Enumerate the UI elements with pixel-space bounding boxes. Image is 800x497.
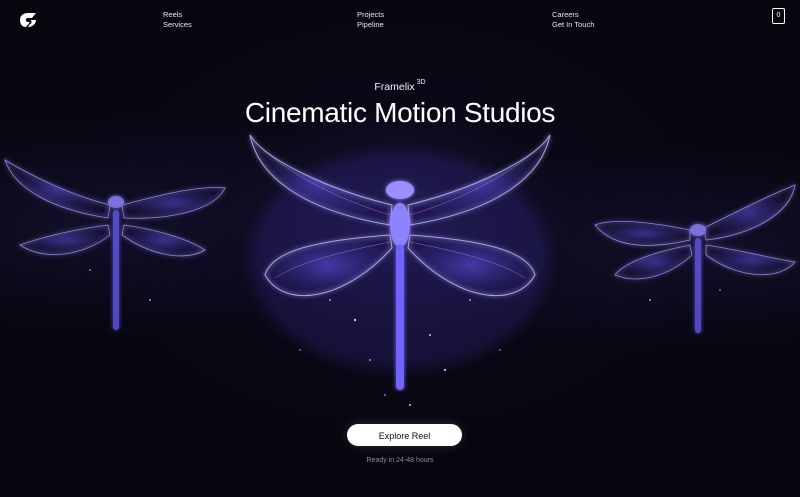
nav-link-pipeline[interactable]: Pipeline (357, 20, 384, 30)
nav-group-3: Careers Get In Touch (552, 10, 594, 30)
dragonfly-center (249, 134, 551, 390)
logo-icon[interactable] (16, 11, 40, 29)
nav-group-2: Projects Pipeline (357, 10, 384, 30)
nav-link-projects[interactable]: Projects (357, 10, 384, 20)
brand-label: Framelix (374, 81, 415, 93)
dragonfly-right (594, 184, 796, 333)
nav-link-careers[interactable]: Careers (552, 10, 594, 20)
delivery-note: Ready in 24-48 hours (366, 457, 434, 464)
explore-reel-button[interactable]: Explore Reel (347, 424, 462, 446)
page-title: Cinematic Motion Studios (244, 97, 556, 128)
brand-superscript: 3D (416, 79, 426, 86)
brand-name: Framelix 3D (0, 79, 800, 93)
cart-count: 0 (776, 12, 781, 19)
nav-group-1: Reels Services (163, 10, 192, 30)
nav-link-get-in-touch[interactable]: Get In Touch (552, 20, 594, 30)
nav-link-services[interactable]: Services (163, 20, 192, 30)
dragonfly-artwork (4, 134, 796, 406)
dragonfly-left (4, 159, 226, 330)
nav-link-reels[interactable]: Reels (163, 10, 192, 20)
cart-icon[interactable]: 0 (772, 8, 785, 24)
